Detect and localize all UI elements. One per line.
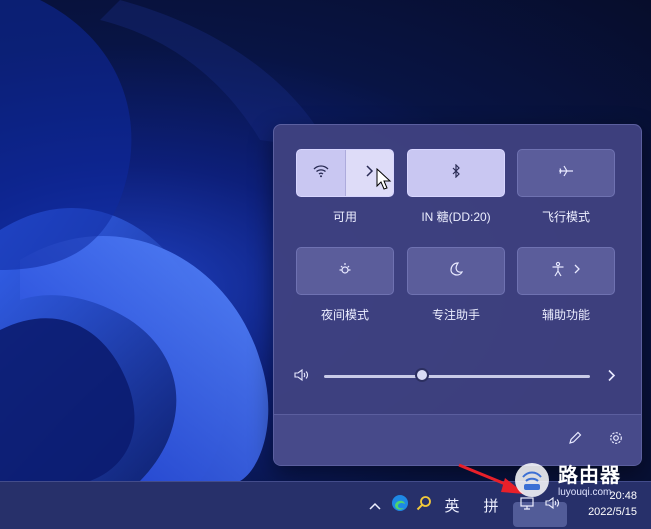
quick-settings-footer [274, 414, 641, 465]
edit-quick-settings-button[interactable] [564, 429, 586, 451]
accessibility-tile[interactable] [517, 247, 615, 295]
chevron-right-icon [573, 262, 581, 280]
wifi-toggle[interactable] [297, 150, 346, 196]
watermark-url: luyouqi.com [558, 487, 612, 498]
pencil-icon [567, 430, 583, 451]
moon-icon [449, 261, 464, 282]
wifi-icon [313, 164, 329, 183]
site-watermark: 路由器 luyouqi.com [512, 462, 621, 502]
night-light-tile[interactable] [296, 247, 394, 295]
audio-output-chevron-icon[interactable] [607, 369, 616, 387]
search-tray-button[interactable] [414, 494, 434, 516]
chevron-right-icon [364, 164, 374, 182]
bluetooth-tile-label: IN 糖(DD:20) [421, 210, 491, 224]
volume-slider-track[interactable] [324, 375, 590, 378]
edge-tray-button[interactable] [390, 494, 410, 516]
quick-settings-panel: 可用 IN 糖(DD:20) 飞行模式 夜间模式 专注助手 辅助功能 [273, 124, 642, 466]
night-light-tile-label: 夜间模式 [320, 308, 369, 322]
bluetooth-icon [451, 163, 461, 183]
show-hidden-icons-button[interactable] [366, 494, 384, 516]
volume-slider-thumb[interactable] [415, 368, 430, 382]
focus-assist-tile[interactable] [407, 247, 505, 295]
watermark-title: 路由器 [558, 465, 621, 487]
focus-assist-tile-label: 专注助手 [431, 308, 480, 322]
chevron-up-icon [369, 497, 381, 514]
bluetooth-tile[interactable] [407, 149, 505, 197]
search-icon [416, 495, 432, 515]
speaker-icon[interactable] [294, 368, 310, 387]
gear-icon [608, 430, 624, 451]
settings-button[interactable] [605, 429, 627, 451]
router-logo-icon [512, 460, 552, 505]
accessibility-tile-label: 辅助功能 [541, 308, 590, 322]
wifi-tile-label: 可用 [332, 210, 357, 224]
airplane-mode-tile-label: 飞行模式 [541, 210, 590, 224]
volume-slider-row [294, 365, 624, 385]
mouse-pointer-icon [376, 167, 392, 197]
airplane-icon [558, 164, 574, 183]
accessibility-icon [551, 261, 565, 282]
edge-icon [391, 494, 409, 516]
airplane-mode-tile[interactable] [517, 149, 615, 197]
night-light-icon [337, 261, 353, 282]
clock-date: 2022/5/15 [588, 506, 637, 518]
